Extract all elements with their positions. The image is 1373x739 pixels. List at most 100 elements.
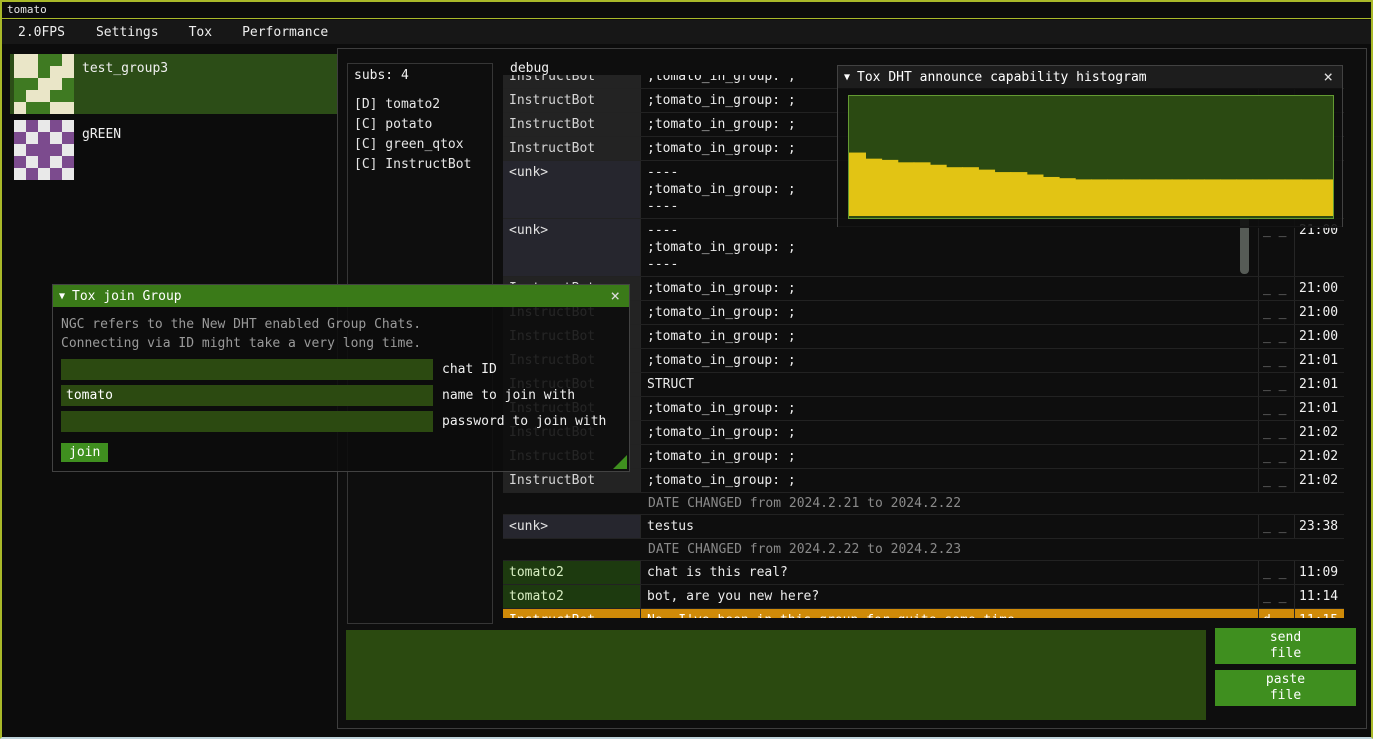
join-name-input[interactable]	[61, 385, 433, 406]
member-potato[interactable]: [C] potato	[354, 115, 492, 135]
chat-row[interactable]: InstructBotNo, I've been in this group f…	[503, 609, 1344, 618]
message-flags: _ _	[1259, 561, 1294, 584]
message-text: ;tomato_in_group: ;	[640, 349, 1259, 372]
join-info-line-1: NGC refers to the New DHT enabled Group …	[61, 315, 621, 334]
window-titlebar: tomato	[2, 2, 1371, 19]
message-text: ;tomato_in_group: ;	[640, 325, 1259, 348]
join-info-line-2: Connecting via ID might take a very long…	[61, 334, 621, 353]
message-time: 21:01	[1294, 349, 1344, 372]
chat-id-input[interactable]	[61, 359, 433, 380]
message-text: chat is this real?	[640, 561, 1259, 584]
member-list: [D] tomato2[C] potato[C] green_qtox[C] I…	[354, 95, 492, 175]
chat-row[interactable]: tomato2chat is this real?_ _11:09	[503, 561, 1344, 585]
group-avatar-icon	[14, 120, 74, 180]
message-text: ;tomato_in_group: ;	[640, 277, 1259, 300]
message-time: 21:00	[1294, 301, 1344, 324]
close-icon[interactable]: ×	[1320, 69, 1336, 85]
menu-item-settings[interactable]: Settings	[87, 23, 168, 42]
member-green_qtox[interactable]: [C] green_qtox	[354, 135, 492, 155]
chat-row[interactable]: InstructBot;tomato_in_group: ;_ _21:02	[503, 469, 1344, 493]
member-InstructBot[interactable]: [C] InstructBot	[354, 155, 492, 175]
menu-items: Settings Tox Performance	[87, 23, 349, 42]
message-text: testus	[640, 515, 1259, 538]
message-text: ;tomato_in_group: ;	[640, 421, 1259, 444]
member-tomato2[interactable]: [D] tomato2	[354, 95, 492, 115]
message-time: 21:00	[1294, 277, 1344, 300]
message-flags: _ _	[1259, 469, 1294, 492]
join-button[interactable]: join	[61, 443, 108, 462]
message-sender: <unk>	[503, 515, 640, 538]
message-sender: InstructBot	[503, 609, 640, 618]
message-time: 21:00	[1294, 325, 1344, 348]
message-time: 21:02	[1294, 445, 1344, 468]
message-flags: d	[1259, 609, 1294, 618]
histogram-plot	[848, 95, 1334, 219]
message-sender: tomato2	[503, 561, 640, 584]
fps-indicator: 2.0FPS	[10, 23, 73, 42]
message-sender: InstructBot	[503, 75, 640, 88]
histogram-plot-svg	[849, 96, 1333, 218]
message-flags: _ _	[1259, 421, 1294, 444]
close-icon[interactable]: ×	[607, 288, 623, 304]
message-time: 21:01	[1294, 397, 1344, 420]
join-password-label: password to join with	[442, 414, 606, 429]
group-name: test_group3	[82, 61, 168, 114]
message-sender: InstructBot	[503, 89, 640, 112]
message-time: 23:38	[1294, 515, 1344, 538]
message-text: ;tomato_in_group: ;	[640, 469, 1259, 492]
message-sender: tomato2	[503, 585, 640, 608]
group-name: gREEN	[82, 127, 121, 180]
message-time: 21:02	[1294, 421, 1344, 444]
message-flags: _ _	[1259, 397, 1294, 420]
message-sender: <unk>	[503, 161, 640, 218]
join-password-input[interactable]	[61, 411, 433, 432]
chat-row[interactable]: tomato2bot, are you new here?_ _11:14	[503, 585, 1344, 609]
chat-row: DATE CHANGED from 2024.2.22 to 2024.2.23	[503, 539, 1344, 561]
message-time: 21:01	[1294, 373, 1344, 396]
histogram-body	[838, 88, 1342, 228]
histogram-titlebar: ▼ Tox DHT announce capability histogram …	[838, 66, 1342, 88]
message-text: ;tomato_in_group: ;	[640, 397, 1259, 420]
message-sender: <unk>	[503, 219, 640, 276]
histogram-title: Tox DHT announce capability histogram	[857, 70, 1320, 85]
message-text: No, I've been in this group for quite so…	[640, 609, 1259, 618]
menu-item-performance[interactable]: Performance	[233, 23, 337, 42]
menu-bar: 2.0FPS Settings Tox Performance	[2, 20, 1371, 44]
join-group-dialog: ▼ Tox join Group × NGC refers to the New…	[52, 284, 630, 472]
message-text: ;tomato_in_group: ;	[640, 445, 1259, 468]
join-dialog-title: Tox join Group	[72, 289, 607, 304]
join-password-row: password to join with	[61, 411, 621, 432]
group-avatar-icon	[14, 54, 74, 114]
app-window: tomato 2.0FPS Settings Tox Performance tes…	[0, 0, 1373, 739]
chat-row: DATE CHANGED from 2024.2.21 to 2024.2.22	[503, 493, 1344, 515]
message-flags: _ _	[1259, 373, 1294, 396]
collapse-arrow-icon[interactable]: ▼	[59, 291, 65, 302]
send-file-button[interactable]: send file	[1215, 628, 1356, 664]
message-text: STRUCT	[640, 373, 1259, 396]
menu-item-tox[interactable]: Tox	[180, 23, 221, 42]
message-flags: _ _	[1259, 325, 1294, 348]
message-flags: _ _	[1259, 585, 1294, 608]
group-item-test_group3[interactable]: test_group3	[10, 54, 337, 114]
message-flags: _ _	[1259, 277, 1294, 300]
message-flags: _ _	[1259, 349, 1294, 372]
message-sender: InstructBot	[503, 137, 640, 160]
message-time: 21:02	[1294, 469, 1344, 492]
chat-row[interactable]: <unk>testus_ _23:38	[503, 515, 1344, 539]
join-dialog-titlebar: ▼ Tox join Group ×	[53, 285, 629, 307]
tab-debug[interactable]: debug	[510, 61, 549, 76]
dht-histogram-window: ▼ Tox DHT announce capability histogram …	[837, 65, 1343, 227]
message-flags: _ _	[1259, 445, 1294, 468]
join-dialog-body: NGC refers to the New DHT enabled Group …	[53, 307, 629, 471]
collapse-arrow-icon[interactable]: ▼	[844, 72, 850, 83]
message-flags: _ _	[1259, 301, 1294, 324]
join-name-row: name to join with	[61, 385, 621, 406]
message-flags: _ _	[1259, 515, 1294, 538]
message-input[interactable]	[346, 630, 1206, 720]
join-fields: chat IDname to join withpassword to join…	[61, 359, 621, 432]
message-text: ;tomato_in_group: ;	[640, 301, 1259, 324]
group-item-gREEN[interactable]: gREEN	[10, 120, 337, 180]
paste-file-button[interactable]: paste file	[1215, 670, 1356, 706]
message-time: 11:09	[1294, 561, 1344, 584]
resize-grip[interactable]	[613, 455, 627, 469]
